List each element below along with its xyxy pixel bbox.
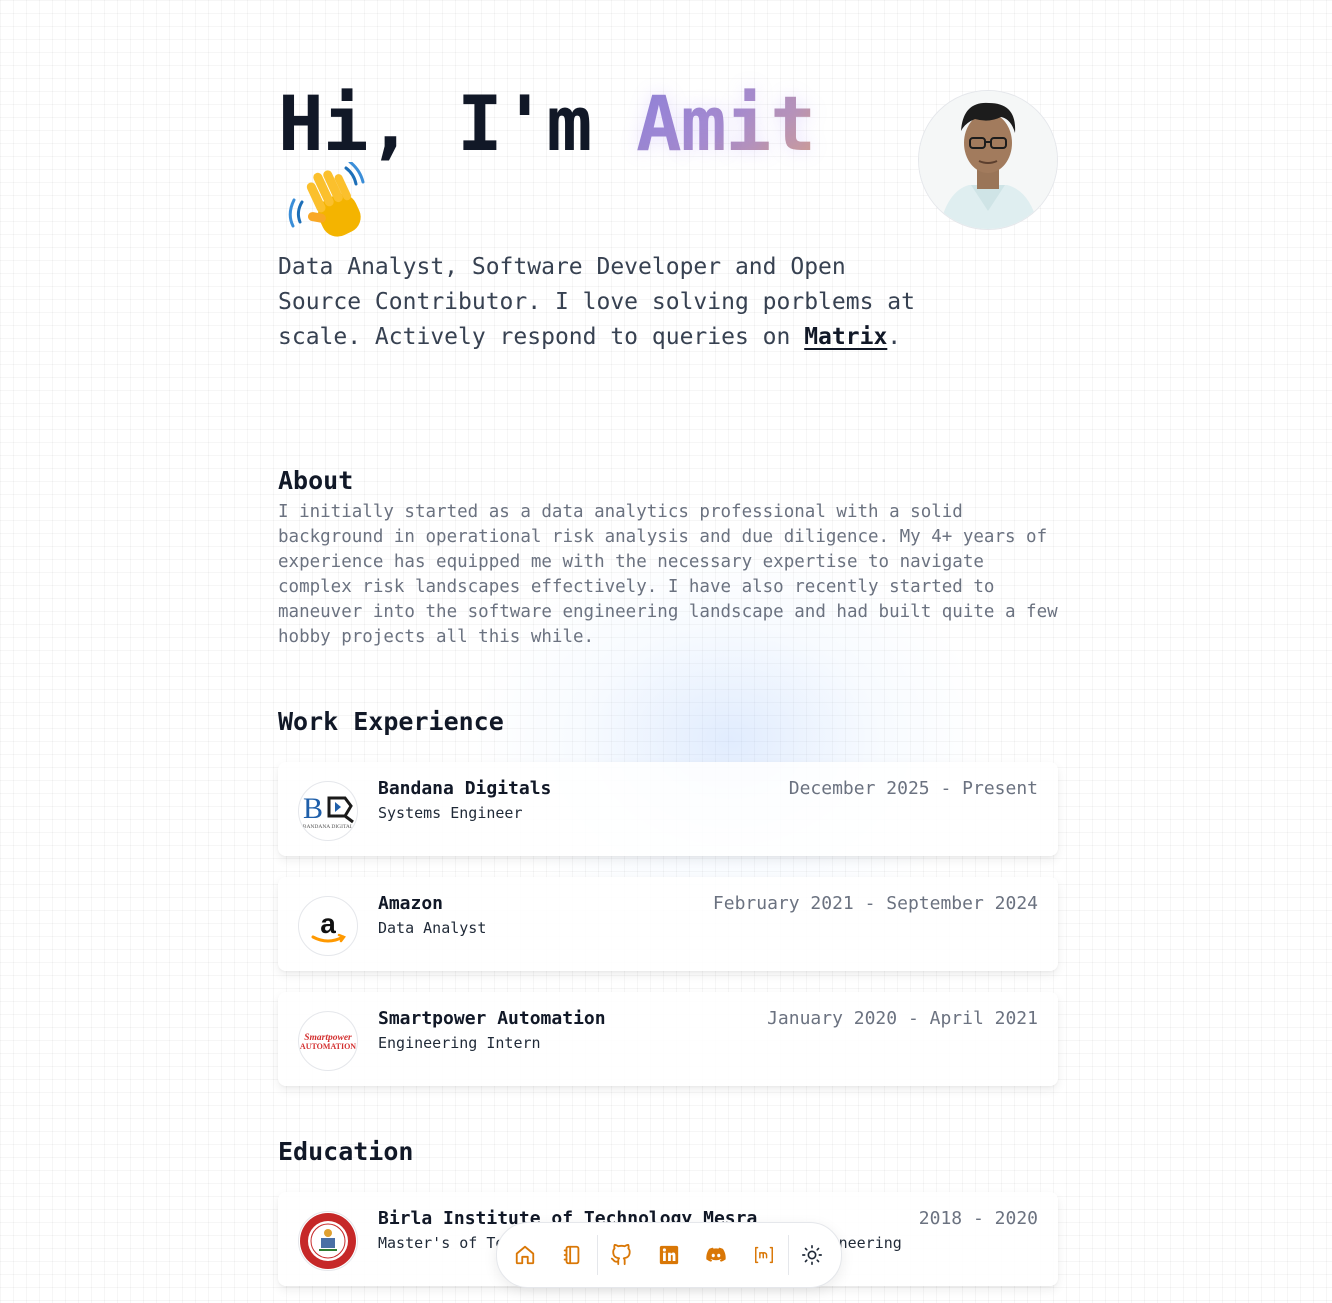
work-card-bandana[interactable]: B BANDANA DIGITAL Bandana Digitals Syste…: [278, 762, 1058, 856]
work-role: Engineering Intern: [378, 1034, 541, 1052]
dock-separator: [597, 1235, 598, 1275]
hero-greeting: Hi, I'm: [278, 79, 637, 168]
work-role: Data Analyst: [378, 919, 487, 937]
svg-text:B: B: [303, 792, 323, 825]
bandana-digitals-logo: B BANDANA DIGITAL: [298, 781, 358, 841]
work-date: February 2021 - September 2024: [712, 893, 1038, 914]
matrix-icon[interactable]: [750, 1241, 778, 1269]
hero-description: Data Analyst, Software Developer and Ope…: [278, 250, 918, 355]
work-date: December 2025 - Present: [788, 778, 1038, 799]
work-role: Systems Engineer: [378, 804, 523, 822]
avatar-photo: [919, 91, 1057, 229]
home-icon[interactable]: [511, 1241, 539, 1269]
about-text: I initially started as a data analytics …: [278, 502, 1058, 647]
hero-name: Amit: [636, 79, 816, 168]
github-icon[interactable]: [607, 1241, 635, 1269]
work-card-amazon[interactable]: a Amazon Data Analyst February 2021 - Se…: [278, 877, 1058, 971]
linkedin-icon[interactable]: [655, 1241, 683, 1269]
sun-icon[interactable]: [798, 1241, 826, 1269]
svg-text:a: a: [320, 908, 336, 939]
avatar: [918, 90, 1058, 230]
smartpower-logo-line2: AUTOMATION: [300, 1042, 356, 1051]
amazon-logo: a: [298, 896, 358, 956]
bottom-dock: [496, 1222, 842, 1288]
hero-section: Hi, I'm Amit Data Analyst, Software Deve…: [278, 82, 1058, 362]
waving-hand-icon: [288, 162, 365, 237]
matrix-link[interactable]: Matrix: [804, 324, 887, 350]
education-title: Education: [278, 1137, 414, 1166]
dock-separator: [788, 1235, 789, 1275]
smartpower-logo: Smartpower AUTOMATION: [298, 1011, 358, 1071]
work-experience-title: Work Experience: [278, 707, 504, 736]
notebook-icon[interactable]: [558, 1241, 586, 1269]
hero-title: Hi, I'm Amit: [278, 79, 816, 168]
work-company: Amazon: [378, 893, 444, 914]
work-company: Bandana Digitals: [378, 778, 552, 799]
about-title: About: [278, 466, 354, 495]
bit-mesra-logo: [298, 1211, 358, 1271]
work-card-smartpower[interactable]: Smartpower AUTOMATION Smartpower Automat…: [278, 992, 1058, 1086]
education-date: 2018 - 2020: [918, 1208, 1038, 1229]
discord-icon[interactable]: [702, 1241, 730, 1269]
work-date: January 2020 - April 2021: [767, 1008, 1038, 1029]
bandana-logo-text: BANDANA DIGITAL: [303, 824, 354, 830]
work-company: Smartpower Automation: [378, 1008, 606, 1029]
hero-description-end: .: [887, 324, 902, 350]
